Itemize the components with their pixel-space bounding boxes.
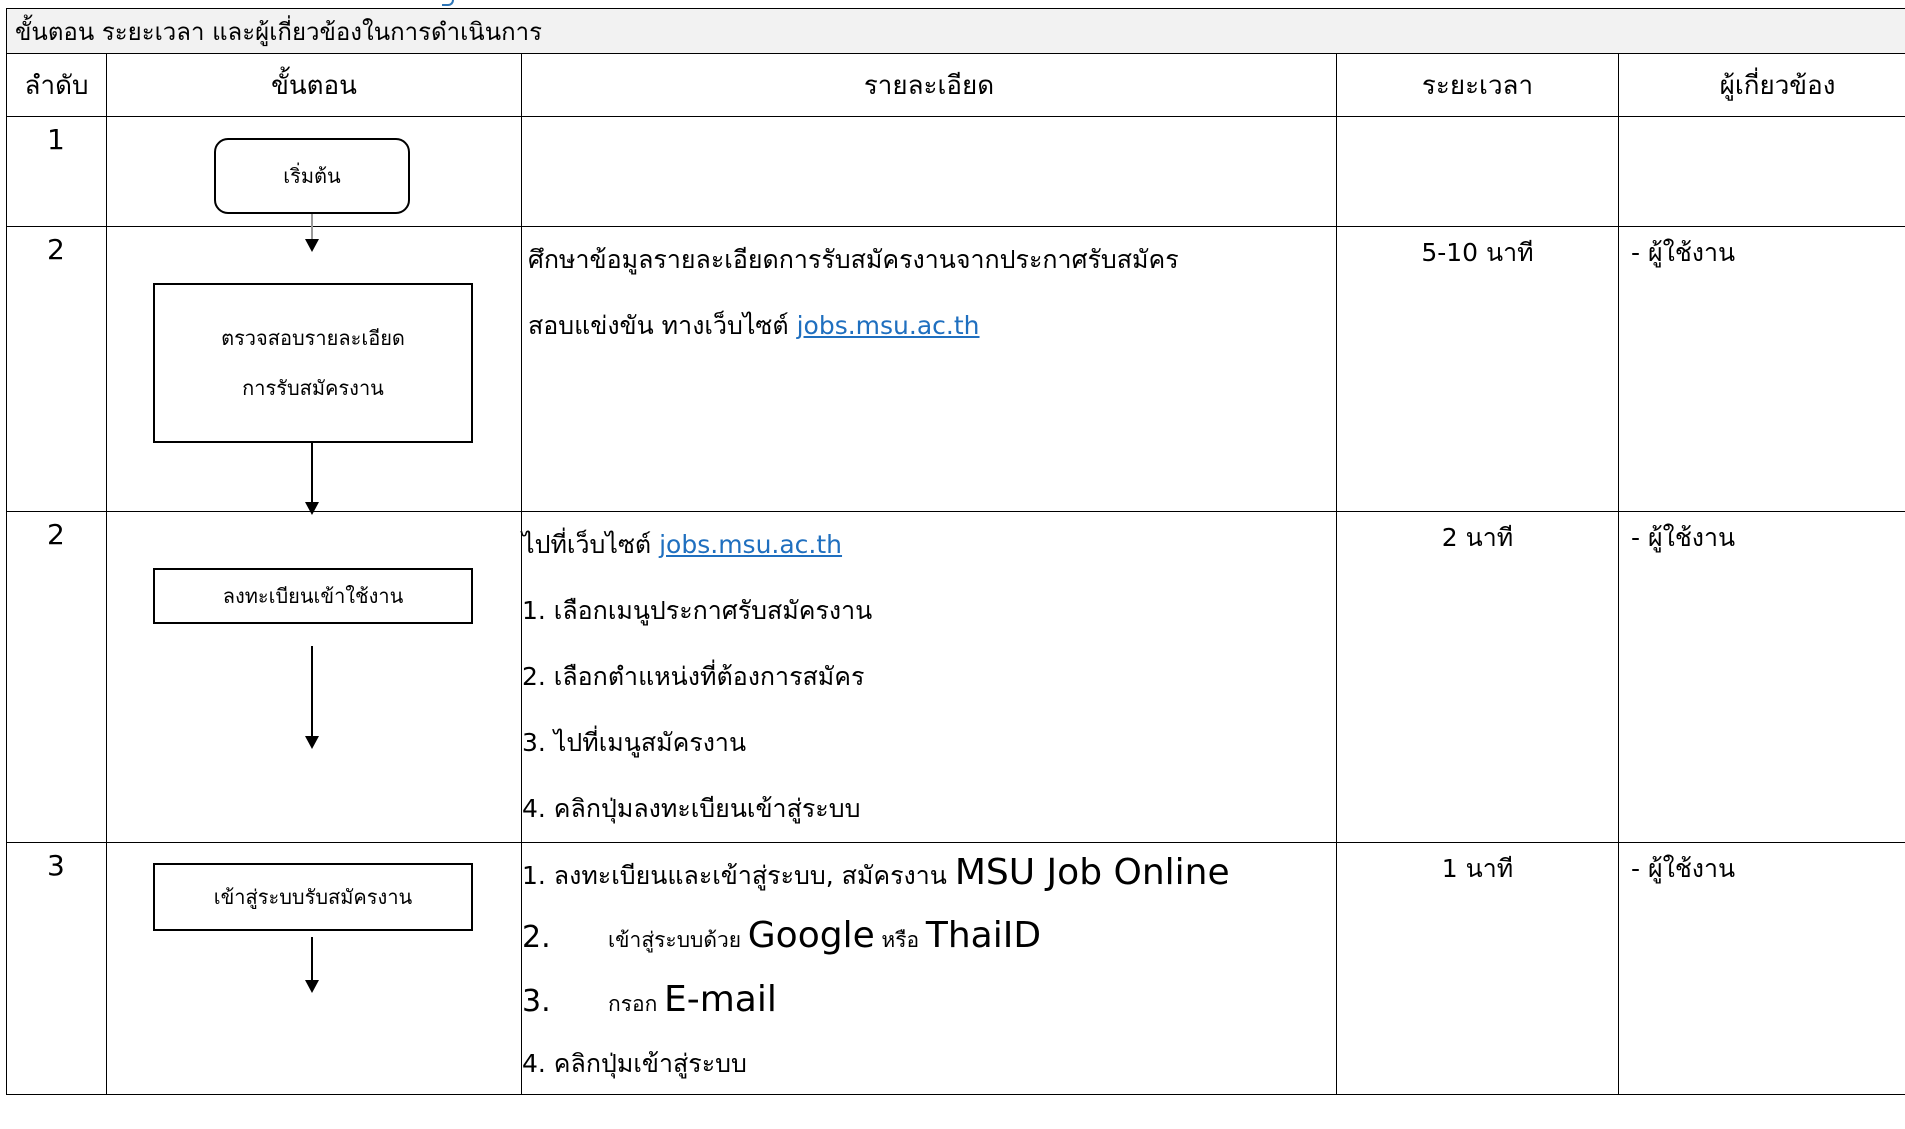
flow-cell: ลงทะเบียนเข้าใช้งาน (106, 502, 522, 843)
detail-text: 1. ลงทะเบียนและเข้าสู่ระบบ, สมัครงาน (522, 861, 955, 890)
detail-cell (521, 116, 1337, 227)
row-number: 2 (6, 226, 107, 512)
arrow-down-icon (305, 502, 319, 515)
detail-item: 4. คลิกปุ่มเข้าสู่ระบบ (522, 1049, 747, 1078)
duration-cell: 1 นาที (1336, 842, 1619, 1095)
person-cell: - ผู้ใช้งาน (1618, 842, 1905, 1095)
detail-text: MSU Job Online (954, 852, 1230, 893)
flow-cell: เข้าสู่ระบบรับสมัครงาน (106, 842, 522, 1095)
table-row: 2 ลงทะเบียนเข้าใช้งาน ไปที่เว็บไซต์ jobs… (6, 502, 1905, 843)
col-header-step: ขั้นตอน (106, 53, 522, 117)
table-title: ขั้นตอน ระยะเวลา และผู้เกี่ยวข้องในการดำ… (6, 8, 1905, 54)
arrow-down-icon (305, 736, 319, 749)
jobs-link[interactable]: jobs.msu.ac.th (797, 311, 980, 340)
flow-cell: เริ่มต้น (106, 116, 522, 230)
detail-text: หรือ (874, 928, 926, 952)
item-number: 3. (522, 984, 551, 1019)
row-number: 2 (6, 511, 107, 843)
arrow-down-icon (305, 239, 319, 252)
col-header-order: ลำดับ (6, 53, 107, 117)
detail-line: ศึกษาข้อมูลรายละเอียดการรับสมัครงานจากปร… (528, 245, 1179, 274)
detail-cell: 1. ลงทะเบียนและเข้าสู่ระบบ, สมัครงาน MSU… (521, 842, 1337, 1095)
table-row: 3 เข้าสู่ระบบรับสมัครงาน 1. ลงทะเบียนและ… (6, 842, 1905, 1095)
step-box-check-details: ตรวจสอบรายละเอียด การรับสมัครงาน (153, 283, 473, 443)
duration-cell: 5-10 นาที (1336, 226, 1619, 512)
detail-item: 3. ไปที่เมนูสมัครงาน (522, 728, 747, 757)
detail-text: สอบแข่งขัน ทางเว็บไซต์ (528, 311, 797, 340)
detail-cell: ไปที่เว็บไซต์ jobs.msu.ac.th 1. เลือกเมน… (521, 511, 1337, 843)
detail-line: สอบแข่งขัน ทางเว็บไซต์ jobs.msu.ac.th (528, 293, 1336, 359)
person-cell (1618, 116, 1905, 227)
col-header-person: ผู้เกี่ยวข้อง (1618, 53, 1905, 117)
jobs-link[interactable]: jobs.msu.ac.th (659, 530, 842, 559)
detail-text: E-mail (664, 979, 777, 1020)
detail-text: กรอก (608, 992, 664, 1016)
decorative-mark (442, 0, 454, 6)
person-cell: - ผู้ใช้งาน (1618, 511, 1905, 843)
duration-cell (1336, 116, 1619, 227)
step-box-register: ลงทะเบียนเข้าใช้งาน (153, 568, 473, 624)
detail-item: 1. ลงทะเบียนและเข้าสู่ระบบ, สมัครงาน MSU… (522, 843, 1336, 906)
connector-line (311, 225, 313, 239)
connector-line (311, 937, 313, 982)
step-box-line: การรับสมัครงาน (242, 376, 384, 400)
flow-cell: ตรวจสอบรายละเอียด การรับสมัครงาน (106, 225, 522, 513)
detail-text: ThaiID (925, 915, 1042, 956)
detail-item: 2. เลือกตำแหน่งที่ต้องการสมัคร (522, 662, 865, 691)
start-terminal: เริ่มต้น (214, 138, 410, 214)
step-box-line: เข้าสู่ระบบรับสมัครงาน (213, 885, 413, 909)
table-row: 2 ตรวจสอบรายละเอียด การรับสมัครงาน ศึกษา… (6, 225, 1905, 513)
step-box-line: ตรวจสอบรายละเอียด (221, 326, 405, 350)
detail-item: 3. กรอก E-mail (522, 970, 1336, 1034)
person-cell: - ผู้ใช้งาน (1618, 226, 1905, 512)
col-header-detail: รายละเอียด (521, 53, 1337, 117)
duration-cell: 2 นาที (1336, 511, 1619, 843)
arrow-down-icon (305, 980, 319, 993)
detail-cell: ศึกษาข้อมูลรายละเอียดการรับสมัครงานจากปร… (521, 226, 1337, 512)
detail-text: ไปที่เว็บไซต์ (522, 530, 660, 559)
connector-line (311, 646, 313, 738)
detail-item: 4. คลิกปุ่มลงทะเบียนเข้าสู่ระบบ (522, 794, 861, 823)
detail-item: 1. เลือกเมนูประกาศรับสมัครงาน (522, 596, 873, 625)
step-box-line: ลงทะเบียนเข้าใช้งาน (222, 584, 404, 608)
item-number: 2. (522, 920, 551, 955)
col-header-duration: ระยะเวลา (1336, 53, 1619, 117)
table-row: 1 เริ่มต้น (6, 116, 1905, 230)
start-label: เริ่มต้น (283, 164, 341, 188)
detail-text: Google (747, 915, 875, 956)
detail-text: เข้าสู่ระบบด้วย (608, 928, 748, 952)
process-table: ขั้นตอน ระยะเวลา และผู้เกี่ยวข้องในการดำ… (6, 8, 1905, 1095)
step-box-login: เข้าสู่ระบบรับสมัครงาน (153, 863, 473, 931)
detail-line: ไปที่เว็บไซต์ jobs.msu.ac.th (522, 512, 1336, 578)
row-number: 1 (6, 116, 107, 227)
detail-item: 2. เข้าสู่ระบบด้วย Google หรือ ThaiID (522, 906, 1336, 970)
row-number: 3 (6, 842, 107, 1095)
document-page: ขั้นตอน ระยะเวลา และผู้เกี่ยวข้องในการดำ… (0, 0, 1905, 1129)
